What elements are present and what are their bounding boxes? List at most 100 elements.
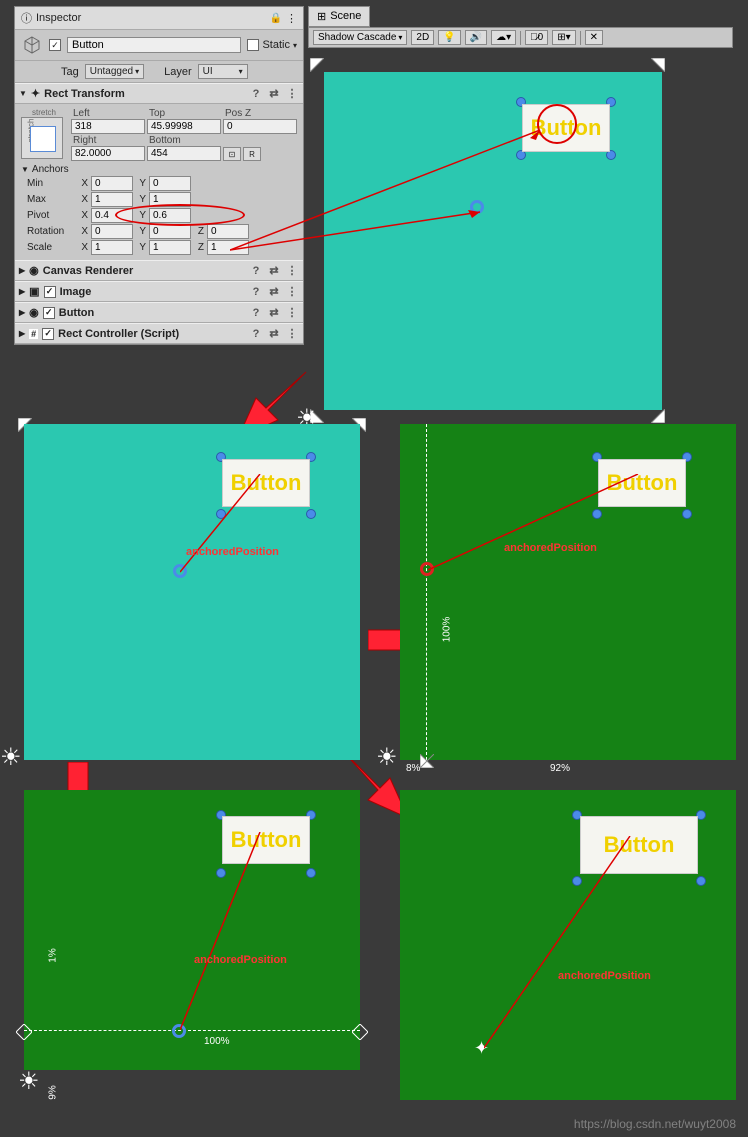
pivot-ring[interactable] (470, 200, 484, 214)
scene-view[interactable]: Button ☀ (308, 48, 733, 403)
pivot-ring[interactable] (172, 1024, 186, 1038)
rect-handle[interactable] (216, 868, 226, 878)
rect-handle[interactable] (592, 509, 602, 519)
menu-icon[interactable]: ⋮ (285, 285, 299, 298)
image-header[interactable]: ▶▣✓Image?⇄⋮ (15, 281, 303, 302)
shadow-dropdown[interactable]: Shadow Cascade▾ (313, 30, 407, 45)
menu-icon[interactable]: ⋮ (285, 87, 299, 100)
canvas-renderer-header[interactable]: ▶◉Canvas Renderer?⇄⋮ (15, 260, 303, 281)
scale-x[interactable] (91, 240, 133, 255)
rect-handle[interactable] (216, 509, 226, 519)
rot-x[interactable] (91, 224, 133, 239)
pivot-x[interactable] (91, 208, 133, 223)
watermark: https://blog.csdn.net/wuyt2008 (574, 1117, 736, 1131)
preset-icon[interactable]: ⇄ (267, 87, 281, 100)
anchor-min-x[interactable] (91, 176, 133, 191)
scene-variant: Button anchoredPosition ☀ (24, 424, 360, 760)
ui-button[interactable]: Button (222, 459, 310, 507)
pivot-ring[interactable] (173, 564, 187, 578)
help-icon[interactable]: ? (249, 286, 263, 298)
visibility-toggle[interactable]: 👁̷0 (525, 30, 548, 45)
rect-handle[interactable] (682, 509, 692, 519)
script-header[interactable]: ▶#✓Rect Controller (Script)?⇄⋮ (15, 323, 303, 344)
pivot-ring[interactable] (420, 562, 434, 576)
rect-transform-header[interactable]: ▼ ✦ Rect Transform ? ⇄ ⋮ (15, 83, 303, 104)
tag-dropdown[interactable]: Untagged▾ (85, 64, 144, 79)
bottom-input[interactable] (147, 146, 221, 161)
preset-icon[interactable]: ⇄ (267, 264, 281, 277)
preset-icon[interactable]: ⇄ (267, 285, 281, 298)
ui-button[interactable]: Button (598, 459, 686, 507)
preset-icon[interactable]: ⇄ (267, 306, 281, 319)
static-label: Static (262, 39, 290, 51)
scale-y[interactable] (149, 240, 191, 255)
min-label: Min (21, 178, 75, 189)
help-icon[interactable]: ? (249, 307, 263, 319)
anchor-handle[interactable] (352, 1024, 368, 1040)
anchor-handle-br[interactable] (651, 409, 665, 423)
anchor-handle[interactable] (16, 1024, 32, 1040)
rect-handle[interactable] (572, 876, 582, 886)
tools-button[interactable]: ✕ (585, 30, 603, 45)
button-enabled-checkbox[interactable]: ✓ (43, 307, 55, 319)
light-toggle[interactable]: 💡 (438, 30, 460, 45)
top-input[interactable] (147, 119, 221, 134)
annotation-circle (537, 104, 577, 144)
right-input[interactable] (71, 146, 145, 161)
left-input[interactable] (71, 119, 145, 134)
preset-icon[interactable]: ⇄ (267, 327, 281, 340)
anchors-foldout[interactable]: ▼Anchors (21, 164, 297, 175)
anchor-min-y[interactable] (149, 176, 191, 191)
grid-toggle[interactable]: ⊞▾ (552, 30, 575, 45)
menu-icon[interactable]: ⋮ (285, 306, 299, 319)
lock-icon[interactable]: 🔒 (270, 13, 282, 24)
menu-icon[interactable]: ⋮ (285, 327, 299, 340)
light-gizmo-icon: ☀ (0, 743, 22, 772)
scale-z[interactable] (207, 240, 249, 255)
blueprint-mode-button[interactable]: ⊡ (223, 147, 241, 161)
help-icon[interactable]: ? (249, 265, 263, 277)
anchor-handle-tl[interactable] (310, 58, 324, 72)
posz-input[interactable] (223, 119, 297, 134)
canvas-rect[interactable]: Button (324, 72, 662, 410)
anchor-max-y[interactable] (149, 192, 191, 207)
rect-handle[interactable] (306, 868, 316, 878)
script-enabled-checkbox[interactable]: ✓ (42, 328, 54, 340)
tag-label: Tag (61, 66, 79, 78)
top-label: Top (147, 108, 221, 119)
menu-icon[interactable]: ⋮ (286, 12, 297, 25)
anchor-max-x[interactable] (91, 192, 133, 207)
pivot-y[interactable] (149, 208, 191, 223)
2d-toggle[interactable]: 2D (411, 30, 434, 45)
anchor-handle-tr[interactable] (651, 58, 665, 72)
rect-handle[interactable] (306, 509, 316, 519)
fx-toggle[interactable]: ☁▾ (491, 30, 516, 45)
help-icon[interactable]: ? (249, 328, 263, 340)
help-icon[interactable]: ? (249, 88, 263, 100)
audio-toggle[interactable]: 🔊 (465, 30, 487, 45)
anchor-preset-button[interactable]: stretch (21, 117, 63, 159)
inspector-tab[interactable]: ⓘ Inspector 🔒 ⋮ (15, 7, 303, 30)
rect-handle[interactable] (696, 876, 706, 886)
active-checkbox[interactable]: ✓ (49, 39, 61, 51)
rot-z[interactable] (207, 224, 249, 239)
static-dropdown-icon[interactable]: ▾ (293, 41, 297, 50)
image-icon: ▣ (29, 285, 39, 298)
menu-icon[interactable]: ⋮ (285, 264, 299, 277)
button-header[interactable]: ▶◉✓Button?⇄⋮ (15, 302, 303, 323)
object-name-field[interactable] (67, 37, 241, 53)
static-checkbox[interactable] (247, 39, 259, 51)
image-enabled-checkbox[interactable]: ✓ (44, 286, 56, 298)
anchor-handle[interactable] (420, 754, 434, 768)
pct-label: 92% (550, 763, 570, 774)
layer-dropdown[interactable]: UI▾ (198, 64, 248, 79)
pivot-label: Pivot (21, 210, 75, 221)
rot-y[interactable] (149, 224, 191, 239)
ui-button[interactable]: Button (580, 816, 698, 874)
anchor-star-icon[interactable]: ✦ (474, 1038, 489, 1059)
raw-edit-button[interactable]: R (243, 147, 261, 161)
ui-button[interactable]: Button (222, 816, 310, 864)
button-icon: ◉ (29, 306, 39, 319)
foldout-icon[interactable]: ▼ (19, 89, 27, 98)
scene-tab[interactable]: ⊞Scene (308, 6, 370, 27)
